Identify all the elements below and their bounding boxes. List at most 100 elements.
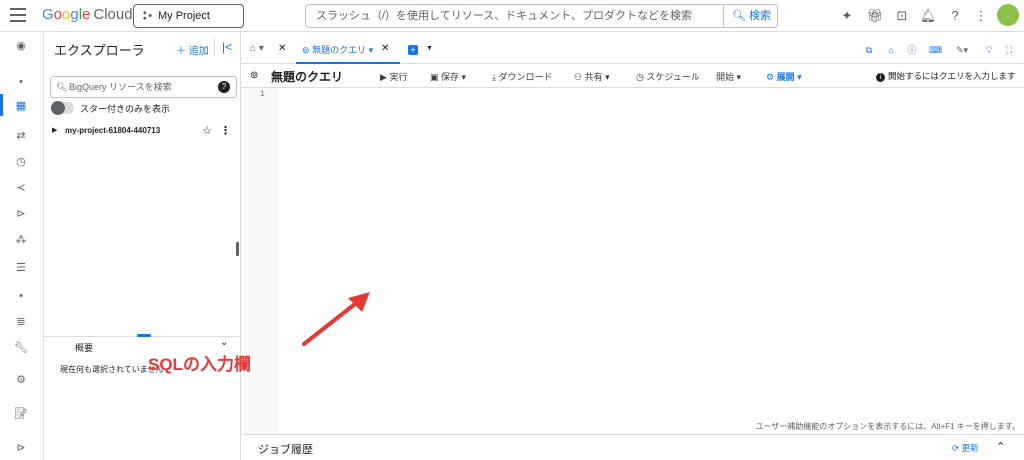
play-icon: ▶ bbox=[380, 72, 387, 82]
expand-caret-icon[interactable]: ▶ bbox=[52, 126, 57, 134]
project-id: my-project-61804-440713 bbox=[65, 126, 161, 135]
save-button[interactable]: ▣ 保存 ▾ bbox=[430, 70, 466, 83]
query-tab-label: 無題のクエリ bbox=[312, 45, 367, 55]
wrench-icon[interactable]: 🔧︎ bbox=[13, 340, 29, 356]
sharing-icon[interactable]: ⁂ bbox=[13, 232, 29, 248]
starred-only-toggle[interactable] bbox=[51, 101, 74, 115]
run-label: 実行 bbox=[389, 72, 408, 82]
dot-icon-2: • bbox=[19, 290, 23, 302]
sql-editor[interactable]: 1 ユーザー補助機能のオプションを表示するには、Alt+F1 キーを押します。 bbox=[242, 88, 1024, 434]
start-hint: i 開始するにはクエリを入力します bbox=[876, 70, 1016, 82]
job-history-panel: ジョブ履歴 ⟳ 更新 ⌃ bbox=[242, 434, 1024, 460]
gemini-sparkle-icon[interactable]: ✦ bbox=[838, 7, 856, 25]
new-query-plus-icon[interactable]: + bbox=[408, 45, 418, 55]
download-icon: ⤓ bbox=[492, 72, 496, 82]
tab-dropdown-icon[interactable]: ▾ bbox=[369, 45, 374, 55]
expand-rail-icon[interactable]: ⊳ bbox=[13, 440, 29, 456]
search-icon: 🔍︎ bbox=[732, 10, 746, 22]
user-avatar[interactable] bbox=[997, 4, 1019, 26]
collapse-panel-icon[interactable]: |< bbox=[222, 40, 232, 54]
more-vert-icon[interactable]: ⋮ bbox=[220, 124, 231, 137]
project-selector-button[interactable]: My Project 61804 bbox=[133, 4, 244, 44]
notifications-bell-icon[interactable]: 🔔︎ bbox=[919, 7, 937, 25]
project-tree-row[interactable]: ▶ my-project-61804-440713 ☆ ⋮ bbox=[50, 124, 235, 140]
line-number: 1 bbox=[260, 90, 265, 99]
query-tab-icon: ⊚ bbox=[302, 45, 310, 55]
bigquery-logo-icon[interactable]: ◉ bbox=[13, 38, 29, 54]
cloud-shell-icon[interactable]: ⊡ bbox=[893, 7, 911, 25]
toggle-knob bbox=[51, 101, 65, 115]
start-label: 開始 bbox=[716, 72, 735, 82]
home-tab-icon[interactable]: ⌂ ▾ bbox=[250, 43, 264, 54]
expand-button[interactable]: ⚙ 展開 ▾ bbox=[766, 70, 802, 83]
transfers-icon[interactable]: ⇄ bbox=[13, 128, 29, 144]
chevron-down-icon[interactable]: ⌄ bbox=[220, 337, 228, 348]
search-placeholder: スラッシュ（/）を使用してリソース、ドキュメント、プロダクトなどを検索 bbox=[316, 10, 692, 22]
start-button[interactable]: 開始 ▾ bbox=[716, 70, 741, 83]
dataflow-icon[interactable]: ⊳ bbox=[13, 206, 29, 222]
scheduled-queries-icon[interactable]: ◷ bbox=[13, 154, 29, 170]
run-button[interactable]: ▶ 実行 bbox=[380, 70, 407, 83]
save-label: 保存 bbox=[441, 72, 460, 82]
list-icon[interactable]: ≣ bbox=[13, 314, 29, 330]
bottom-panel-drag-handle[interactable] bbox=[137, 334, 151, 337]
search-button[interactable]: 🔍︎ 検索 bbox=[723, 5, 777, 27]
query-toolbar: ⊚ 無題のクエリ ▶ 実行 ▣ 保存 ▾ ⤓ ダウンロード ⚇ 共有 ▾ ◷ ス… bbox=[242, 64, 1024, 88]
star-icon[interactable]: ☆ bbox=[202, 124, 212, 137]
pipelines-icon[interactable]: ☰ bbox=[13, 260, 29, 276]
settings-gear-icon[interactable]: ⚙ bbox=[13, 372, 29, 388]
schedule-label: スケジュール bbox=[646, 72, 700, 82]
annotation-arrow bbox=[302, 292, 370, 346]
new-tab-dropdown-icon[interactable]: ▼ bbox=[426, 45, 433, 52]
global-search-input[interactable]: スラッシュ（/）を使用してリソース、ドキュメント、プロダクトなどを検索 🔍︎ 検… bbox=[305, 4, 778, 28]
gift-icon[interactable]: 🎁︎ bbox=[866, 7, 884, 25]
info-icon[interactable]: ⓘ bbox=[907, 45, 917, 55]
share-person-icon: ⚇ bbox=[574, 72, 583, 82]
explorer-title: エクスプローラ bbox=[54, 43, 145, 58]
more-vert-icon[interactable]: ⋮ bbox=[972, 7, 990, 25]
share-label: 共有 bbox=[584, 72, 603, 82]
close-query-tab-icon[interactable]: ✕ bbox=[381, 43, 389, 54]
gear-icon: ⚙ bbox=[766, 72, 775, 82]
add-button[interactable]: ＋ 追加 bbox=[176, 42, 209, 57]
info-icon: i bbox=[876, 73, 885, 82]
release-notes-icon[interactable]: 📝︎ bbox=[13, 406, 29, 422]
explorer-search-placeholder: BigQuery リソースを検索 bbox=[69, 82, 172, 92]
download-button[interactable]: ⤓ ダウンロード bbox=[492, 70, 553, 83]
help-icon[interactable]: ? bbox=[946, 7, 964, 25]
clock-icon: ◷ bbox=[636, 72, 644, 82]
active-rail-indicator bbox=[0, 94, 3, 116]
open-in-new-icon[interactable]: ⧉ bbox=[864, 45, 874, 55]
summary-tab[interactable]: 概要 bbox=[75, 341, 93, 354]
panel-resize-handle[interactable] bbox=[236, 242, 239, 256]
refresh-button[interactable]: ⟳ 更新 bbox=[952, 442, 979, 454]
job-history-title: ジョブ履歴 bbox=[258, 444, 313, 456]
search-button-label: 検索 bbox=[749, 10, 772, 22]
lightbulb-icon[interactable]: 💡︎ bbox=[984, 45, 994, 55]
magic-wand-icon[interactable]: ✎▾ bbox=[952, 45, 972, 55]
schedule-button[interactable]: ◷ スケジュール bbox=[636, 70, 700, 83]
query-title: 無題のクエリ bbox=[271, 70, 344, 84]
analytics-hub-icon[interactable]: ≺ bbox=[13, 180, 29, 196]
studio-icon[interactable]: ▦ bbox=[13, 98, 29, 114]
start-hint-text: 開始するにはクエリを入力します bbox=[888, 71, 1016, 81]
hamburger-menu-icon[interactable] bbox=[10, 8, 26, 22]
project-nodes-icon bbox=[143, 11, 152, 20]
home-icon[interactable]: ⌂ bbox=[886, 45, 896, 55]
google-cloud-logo[interactable]: Google Cloud bbox=[42, 6, 133, 23]
starred-only-label: スター付きのみを表示 bbox=[80, 104, 171, 114]
close-home-tab-icon[interactable]: ✕ bbox=[278, 43, 286, 54]
fullscreen-icon[interactable]: ⛶ bbox=[1004, 45, 1014, 55]
accessibility-hint: ユーザー補助機能のオプションを表示するには、Alt+F1 キーを押します。 bbox=[755, 422, 1020, 431]
explorer-search-input[interactable]: 🔍︎ BigQuery リソースを検索 ? bbox=[50, 76, 237, 98]
share-button[interactable]: ⚇ 共有 ▾ bbox=[574, 70, 610, 83]
query-icon: ⊚ bbox=[250, 70, 259, 81]
left-nav-rail: ◉ • ▦ ⇄ ◷ ≺ ⊳ ⁂ ☰ • ≣ 🔧︎ ⚙ 📝︎ ⊳ bbox=[0, 32, 44, 460]
download-label: ダウンロード bbox=[498, 72, 553, 82]
dot-icon: • bbox=[19, 76, 23, 88]
explorer-header-divider bbox=[214, 38, 215, 56]
keyboard-icon[interactable]: ⌨ bbox=[929, 45, 942, 55]
chevron-up-icon[interactable]: ⌃ bbox=[996, 440, 1005, 453]
help-circle-icon[interactable]: ? bbox=[218, 81, 230, 93]
tab-strip: ⌂ ▾ ✕ ⊚ 無題のクエリ ▾ ✕ + ▼ ⧉ ⌂ ⓘ ⌨ ✎▾ 💡︎ ⛶ bbox=[242, 32, 1024, 64]
